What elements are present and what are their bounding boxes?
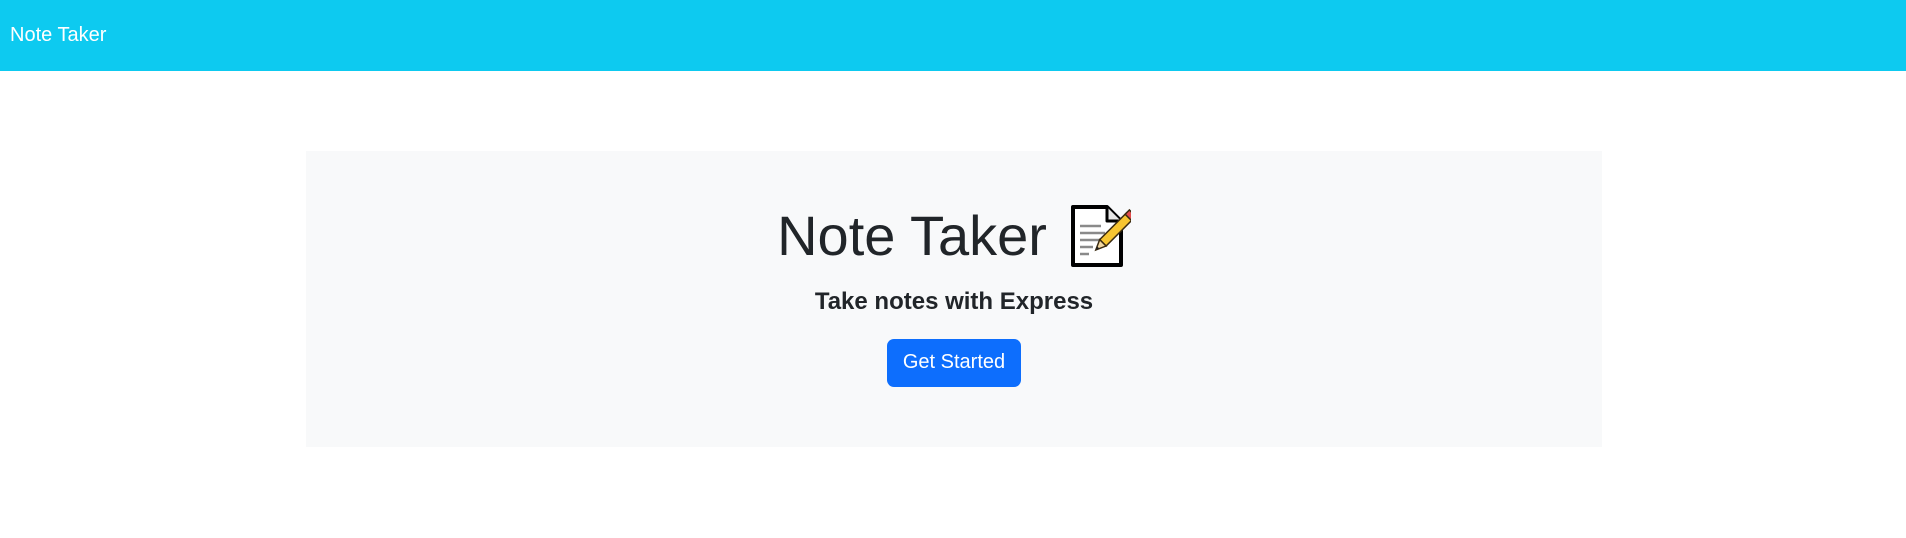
navbar-brand[interactable]: Note Taker bbox=[10, 24, 106, 47]
hero-section: Note Taker Take notes with Express Get S… bbox=[306, 151, 1602, 447]
hero-title-row: Note Taker bbox=[306, 201, 1602, 271]
hero-subtitle: Take notes with Express bbox=[814, 288, 1094, 315]
memo-icon bbox=[1067, 204, 1137, 268]
get-started-button[interactable]: Get Started bbox=[887, 338, 1021, 387]
navbar: Note Taker bbox=[0, 0, 1906, 71]
page-title: Note Taker bbox=[777, 204, 1047, 267]
